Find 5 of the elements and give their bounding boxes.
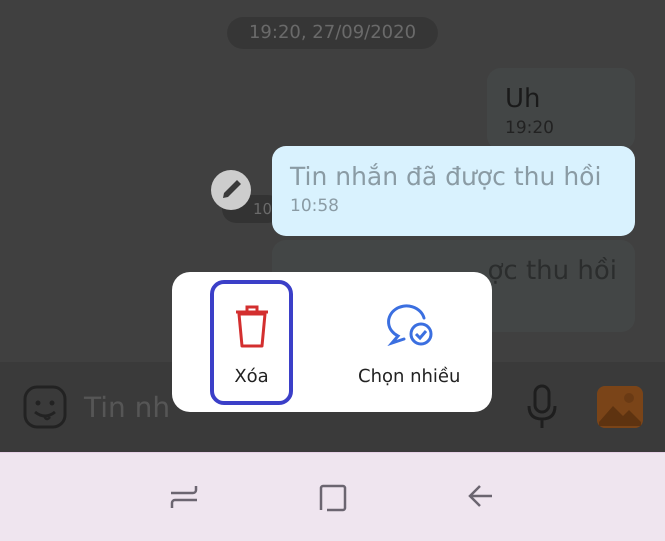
pencil-icon[interactable] <box>211 170 251 210</box>
message-text: Tin nhắn đã được thu hồi <box>290 161 602 193</box>
message-time: 10:58 <box>290 195 340 218</box>
menu-item[interactable]: Xóa <box>210 280 293 404</box>
menu-item[interactable]: Chọn nhiều <box>348 280 470 404</box>
